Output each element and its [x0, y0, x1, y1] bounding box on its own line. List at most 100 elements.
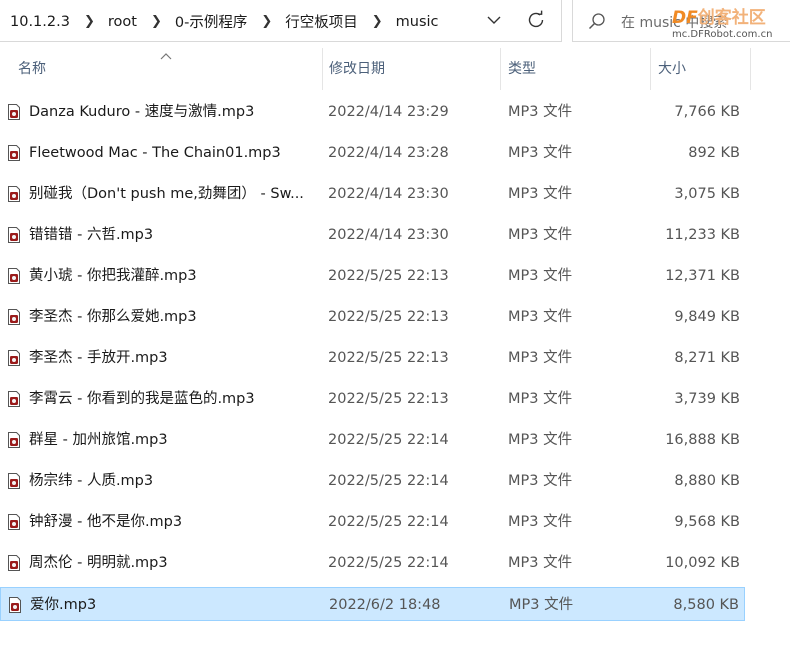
- file-name: 李霄云 - 你看到的我是蓝色的.mp3: [29, 391, 255, 407]
- file-row[interactable]: 周杰伦 - 明明就.mp3 2022/5/25 22:14 MP3 文件 10,092…: [0, 546, 745, 580]
- mp3-file-icon: [8, 104, 20, 120]
- file-type: MP3 文件: [509, 597, 574, 613]
- file-size: 8,580 KB: [673, 597, 739, 613]
- mp3-file-icon: [8, 432, 20, 448]
- file-size: 3,739 KB: [674, 391, 740, 407]
- file-row[interactable]: 李圣杰 - 手放开.mp3 2022/5/25 22:13 MP3 文件 8,271 …: [0, 341, 745, 375]
- file-row[interactable]: 钟舒漫 - 他不是你.mp3 2022/5/25 22:14 MP3 文件 9,568…: [0, 505, 745, 539]
- file-type: MP3 文件: [508, 268, 573, 284]
- address-bar[interactable]: 10.1.2.3 ❯ root ❯ 0-示例程序 ❯ 行空板项目 ❯ music: [0, 0, 562, 42]
- mp3-file-icon: [8, 555, 20, 571]
- breadcrumb: 10.1.2.3 ❯ root ❯ 0-示例程序 ❯ 行空板项目 ❯ music: [10, 11, 439, 32]
- address-history-button[interactable]: [480, 6, 508, 34]
- file-type: MP3 文件: [508, 555, 573, 571]
- file-row[interactable]: 李霄云 - 你看到的我是蓝色的.mp3 2022/5/25 22:13 MP3 文件…: [0, 382, 745, 416]
- file-name: 钟舒漫 - 他不是你.mp3: [29, 514, 183, 530]
- file-type: MP3 文件: [508, 432, 573, 448]
- file-name: 黄小琥 - 你把我灌醉.mp3: [29, 268, 197, 284]
- file-type: MP3 文件: [508, 309, 573, 325]
- chevron-right-icon[interactable]: ❯: [372, 14, 383, 29]
- mp3-file-icon: [8, 514, 20, 530]
- mp3-file-icon: [8, 391, 20, 407]
- file-date: 2022/4/14 23:30: [328, 227, 449, 243]
- file-size: 10,092 KB: [665, 555, 740, 571]
- column-header-name[interactable]: 名称: [0, 48, 322, 90]
- file-name: 李圣杰 - 手放开.mp3: [29, 350, 168, 366]
- file-date: 2022/4/14 23:29: [328, 104, 449, 120]
- file-size: 11,233 KB: [665, 227, 740, 243]
- mp3-file-icon: [9, 597, 21, 613]
- watermark: DF创客社区 mc.DFRobot.com.cn: [672, 3, 790, 43]
- file-date: 2022/6/2 18:48: [329, 597, 441, 613]
- file-size: 892 KB: [688, 145, 740, 161]
- file-date: 2022/5/25 22:13: [328, 391, 449, 407]
- file-row[interactable]: 黄小琥 - 你把我灌醉.mp3 2022/5/25 22:13 MP3 文件 12,3…: [0, 259, 745, 293]
- mp3-file-icon: [8, 309, 20, 325]
- breadcrumb-item[interactable]: 10.1.2.3: [10, 14, 70, 30]
- file-size: 9,568 KB: [674, 514, 740, 530]
- file-date: 2022/5/25 22:13: [328, 350, 449, 366]
- file-name: Fleetwood Mac - The Chain01.mp3: [29, 145, 281, 161]
- file-type: MP3 文件: [508, 350, 573, 366]
- watermark-logo: DF创客社区: [672, 8, 766, 28]
- mp3-file-icon: [8, 473, 20, 489]
- file-size: 7,766 KB: [674, 104, 740, 120]
- breadcrumb-item[interactable]: 行空板项目: [285, 11, 358, 32]
- file-row[interactable]: 爱你.mp3 2022/6/2 18:48 MP3 文件 8,580 KB: [0, 587, 745, 621]
- breadcrumb-item[interactable]: 0-示例程序: [175, 11, 247, 32]
- file-date: 2022/5/25 22:14: [328, 514, 449, 530]
- file-name: 李圣杰 - 你那么爱她.mp3: [29, 309, 197, 325]
- file-row[interactable]: Danza Kuduro - 速度与激情.mp3 2022/4/14 23:29 M…: [0, 95, 745, 129]
- file-name: 爱你.mp3: [30, 597, 97, 613]
- mp3-file-icon: [8, 350, 20, 366]
- mp3-file-icon: [8, 268, 20, 284]
- file-row[interactable]: 错错错 - 六哲.mp3 2022/4/14 23:30 MP3 文件 11,233 …: [0, 218, 745, 252]
- file-type: MP3 文件: [508, 186, 573, 202]
- file-row[interactable]: Fleetwood Mac - The Chain01.mp3 2022/4/14…: [0, 136, 745, 170]
- file-type: MP3 文件: [508, 514, 573, 530]
- file-date: 2022/5/25 22:13: [328, 268, 449, 284]
- breadcrumb-item[interactable]: root: [108, 14, 137, 30]
- column-headers: 名称 修改日期 类型 大小: [0, 48, 790, 90]
- file-size: 12,371 KB: [665, 268, 740, 284]
- file-size: 9,849 KB: [674, 309, 740, 325]
- file-size: 3,075 KB: [674, 186, 740, 202]
- file-name: 周杰伦 - 明明就.mp3: [29, 555, 168, 571]
- refresh-button[interactable]: [522, 6, 550, 34]
- mp3-file-icon: [8, 186, 20, 202]
- file-date: 2022/5/25 22:14: [328, 555, 449, 571]
- file-row[interactable]: 杨宗纬 - 人质.mp3 2022/5/25 22:14 MP3 文件 8,880 K…: [0, 464, 745, 498]
- file-type: MP3 文件: [508, 145, 573, 161]
- file-name: 杨宗纬 - 人质.mp3: [29, 473, 154, 489]
- watermark-url: mc.DFRobot.com.cn: [672, 29, 773, 40]
- refresh-icon: [528, 10, 544, 28]
- column-header-size[interactable]: 大小: [650, 48, 751, 90]
- chevron-down-icon: [487, 16, 501, 24]
- mp3-file-icon: [8, 227, 20, 243]
- search-icon: [588, 13, 605, 30]
- file-name: Danza Kuduro - 速度与激情.mp3: [29, 104, 255, 120]
- file-row[interactable]: 李圣杰 - 你那么爱她.mp3 2022/5/25 22:13 MP3 文件 9,84…: [0, 300, 745, 334]
- file-name: 群星 - 加州旅馆.mp3: [29, 432, 168, 448]
- chevron-right-icon[interactable]: ❯: [151, 14, 162, 29]
- file-size: 8,271 KB: [674, 350, 740, 366]
- file-size: 16,888 KB: [665, 432, 740, 448]
- breadcrumb-item[interactable]: music: [396, 14, 439, 30]
- chevron-right-icon[interactable]: ❯: [261, 14, 272, 29]
- file-size: 8,880 KB: [674, 473, 740, 489]
- column-header-type[interactable]: 类型: [500, 48, 650, 90]
- file-type: MP3 文件: [508, 227, 573, 243]
- file-name: 别碰我（Don't push me,劲舞团） - Sw...: [29, 186, 304, 202]
- file-name: 错错错 - 六哲.mp3: [29, 227, 154, 243]
- file-row[interactable]: 别碰我（Don't push me,劲舞团） - Sw... 2022/4/14 …: [0, 177, 745, 211]
- file-row[interactable]: 群星 - 加州旅馆.mp3 2022/5/25 22:14 MP3 文件 16,888…: [0, 423, 745, 457]
- file-type: MP3 文件: [508, 391, 573, 407]
- file-date: 2022/4/14 23:28: [328, 145, 449, 161]
- file-type: MP3 文件: [508, 104, 573, 120]
- file-date: 2022/5/25 22:14: [328, 432, 449, 448]
- mp3-file-icon: [8, 145, 20, 161]
- column-header-date[interactable]: 修改日期: [322, 48, 500, 90]
- chevron-right-icon[interactable]: ❯: [84, 14, 95, 29]
- file-date: 2022/5/25 22:13: [328, 309, 449, 325]
- file-type: MP3 文件: [508, 473, 573, 489]
